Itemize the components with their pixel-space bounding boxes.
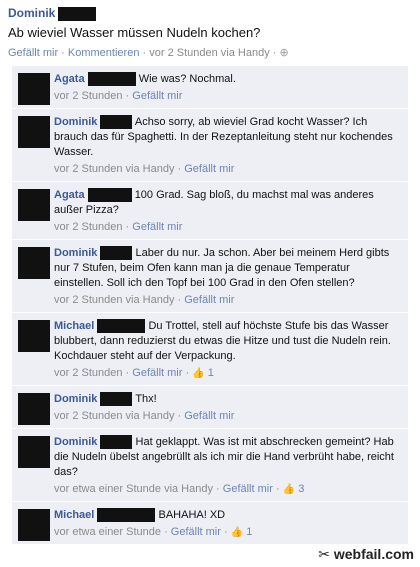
comment-body: Dominik Thx!: [54, 392, 402, 407]
avatar[interactable]: [18, 73, 50, 105]
comment-body: Dominik Achso sorry, ab wieviel Grad koc…: [54, 115, 402, 160]
comment-body: Dominik Hat geklappt. Was ist mit abschr…: [54, 435, 402, 480]
comment-author[interactable]: Dominik: [54, 116, 97, 128]
comment-like-link[interactable]: Gefällt mir: [171, 526, 221, 538]
post-time: vor 2 Stunden via Handy: [149, 47, 270, 60]
comment-meta: vor 2 Stunden via Handy · Gefällt mir: [54, 163, 235, 175]
thumbs-up-icon[interactable]: 👍: [192, 368, 204, 379]
redacted-surname: [87, 188, 132, 203]
comment-like-link[interactable]: Gefällt mir: [184, 294, 234, 306]
redacted-surname: [100, 392, 133, 407]
comment-text: Wie was? Nochmal.: [138, 73, 236, 85]
avatar[interactable]: [18, 436, 50, 468]
redacted-surname: [97, 508, 156, 523]
globe-icon: ⊕: [279, 47, 289, 60]
comment-body: Dominik Laber du nur. Ja schon. Aber bei…: [54, 246, 402, 291]
comment-like-link[interactable]: Gefällt mir: [132, 367, 182, 379]
comment-like-link[interactable]: Gefällt mir: [132, 90, 182, 102]
comment-like-link[interactable]: Gefällt mir: [132, 221, 182, 233]
comment-time: vor 2 Stunden: [54, 90, 123, 102]
avatar[interactable]: [18, 189, 50, 221]
comment-body: Michael BAHAHA! XD: [54, 508, 402, 523]
comment-author[interactable]: Michael: [54, 320, 94, 332]
comment-author[interactable]: Dominik: [54, 247, 97, 259]
comment-meta: vor etwa einer Stunde via Handy · Gefäll…: [54, 483, 305, 495]
redacted-surname: [100, 435, 133, 450]
comment-time: vor 2 Stunden: [54, 221, 123, 233]
comment-text: Thx!: [135, 393, 157, 405]
thumbs-up-icon[interactable]: 👍: [283, 484, 295, 495]
comment-text: BAHAHA! XD: [158, 509, 226, 521]
comment-body: Agata Wie was? Nochmal.: [54, 72, 402, 87]
comment-like-link[interactable]: Gefällt mir: [184, 410, 234, 422]
avatar[interactable]: [18, 247, 50, 279]
redacted-surname: [100, 115, 133, 130]
thumbs-up-icon[interactable]: 👍: [231, 527, 243, 538]
comment-time: vor 2 Stunden: [54, 367, 123, 379]
comment-meta: vor 2 Stunden · Gefällt mir · 👍 1: [54, 367, 214, 379]
avatar[interactable]: [18, 509, 50, 541]
comment-item: Dominik Thx! vor 2 Stunden via Handy · Ge…: [12, 386, 408, 429]
comment-author[interactable]: Agata: [54, 189, 85, 201]
comment-meta: vor 2 Stunden via Handy · Gefällt mir: [54, 410, 235, 422]
comment-author[interactable]: Michael: [54, 509, 94, 521]
like-count[interactable]: 3: [298, 483, 304, 495]
avatar[interactable]: [18, 320, 50, 352]
post-header: Dominik: [8, 6, 412, 22]
redacted-surname: [100, 246, 133, 261]
watermark-icon: ✂: [318, 546, 330, 562]
redacted-surname: [87, 72, 136, 87]
comment-like-link[interactable]: Gefällt mir: [184, 163, 234, 175]
comment-body: Michael Du Trottel, stell auf höchste St…: [54, 319, 402, 364]
comment-item: Dominik Hat geklappt. Was ist mit abschr…: [12, 429, 408, 502]
comment-author[interactable]: Agata: [54, 73, 85, 85]
comment-time: vor 2 Stunden via Handy: [54, 163, 175, 175]
avatar[interactable]: [18, 393, 50, 425]
comment-author[interactable]: Dominik: [54, 436, 97, 448]
comment-time: vor etwa einer Stunde: [54, 526, 162, 538]
redacted-surname: [97, 319, 146, 334]
redacted-surname: [58, 7, 97, 22]
comment-time: vor 2 Stunden via Handy: [54, 294, 175, 306]
post-meta: Gefällt mir · Kommentieren · vor 2 Stund…: [8, 47, 289, 60]
watermark-text: webfail.com: [333, 546, 414, 562]
comment-meta: vor 2 Stunden · Gefällt mir: [54, 90, 183, 102]
post-comment-link[interactable]: Kommentieren: [68, 47, 140, 59]
comment-meta: vor 2 Stunden · Gefällt mir: [54, 221, 183, 233]
comment-time: vor etwa einer Stunde via Handy: [54, 483, 213, 495]
comment-time: vor 2 Stunden via Handy: [54, 410, 175, 422]
comment-item: Dominik Achso sorry, ab wieviel Grad koc…: [12, 109, 408, 182]
comment-item: Dominik Laber du nur. Ja schon. Aber bei…: [12, 240, 408, 313]
comment-item: Agata 100 Grad. Sag bloß, du machst mal …: [12, 182, 408, 240]
comment-item: Agata Wie was? Nochmal. vor 2 Stunden · G…: [12, 66, 408, 109]
status-post: Dominik Ab wieviel Wasser müssen Nudeln …: [8, 6, 412, 59]
comment-item: Michael BAHAHA! XD vor etwa einer Stunde …: [12, 502, 408, 545]
comment-author[interactable]: Dominik: [54, 393, 97, 405]
comment-meta: vor etwa einer Stunde · Gefällt mir · 👍 …: [54, 526, 253, 538]
comment-body: Agata 100 Grad. Sag bloß, du machst mal …: [54, 188, 402, 218]
comment-item: Michael Du Trottel, stell auf höchste St…: [12, 313, 408, 386]
comment-meta: vor 2 Stunden via Handy · Gefällt mir: [54, 294, 235, 306]
comment-list: Agata Wie was? Nochmal. vor 2 Stunden · G…: [12, 66, 408, 545]
post-text: Ab wieviel Wasser müssen Nudeln kochen?: [8, 25, 261, 41]
like-count[interactable]: 1: [208, 367, 214, 379]
watermark: ✂ webfail.com: [318, 546, 414, 563]
avatar[interactable]: [18, 116, 50, 148]
comment-like-link[interactable]: Gefällt mir: [223, 483, 273, 495]
post-like-link[interactable]: Gefällt mir: [8, 47, 58, 59]
like-count[interactable]: 1: [246, 526, 252, 538]
post-author[interactable]: Dominik: [8, 6, 55, 20]
